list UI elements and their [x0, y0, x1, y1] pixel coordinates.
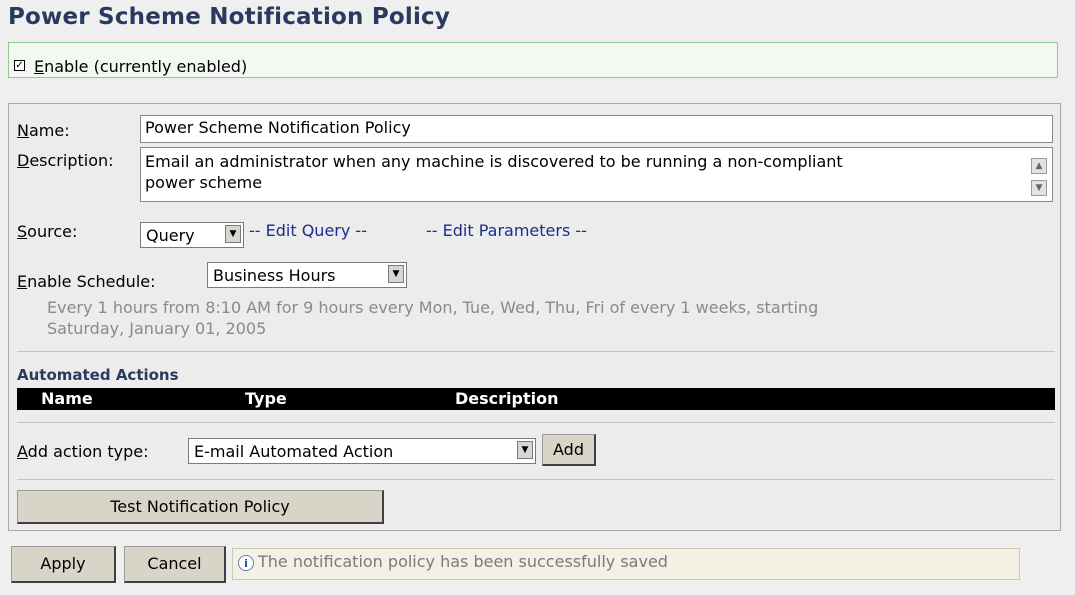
- description-line-1: Email an administrator when any machine …: [145, 152, 843, 171]
- name-input[interactable]: Power Scheme Notification Policy: [140, 115, 1053, 143]
- action-type-select[interactable]: E-mail Automated Action ▼: [188, 438, 536, 464]
- divider: [17, 351, 1055, 352]
- page-title: Power Scheme Notification Policy: [8, 4, 451, 30]
- schedule-description: Every 1 hours from 8:10 AM for 9 hours e…: [47, 298, 819, 338]
- info-icon: i: [238, 555, 254, 571]
- add-action-button[interactable]: Add: [542, 434, 596, 466]
- source-label: Source:: [17, 222, 78, 241]
- scroll-up-icon[interactable]: ▲: [1031, 158, 1047, 174]
- chevron-down-icon[interactable]: ▼: [225, 225, 241, 243]
- edit-query-link[interactable]: -- Edit Query --: [249, 221, 367, 240]
- test-notification-policy-button[interactable]: Test Notification Policy: [17, 490, 384, 524]
- cancel-button[interactable]: Cancel: [124, 546, 226, 583]
- actions-table-header: Name Type Description: [17, 388, 1055, 410]
- description-line-2: power scheme: [145, 173, 263, 192]
- schedule-select-value: Business Hours: [213, 266, 336, 285]
- description-textarea[interactable]: Email an administrator when any machine …: [140, 147, 1053, 202]
- source-select-value: Query: [146, 226, 195, 245]
- chevron-down-icon[interactable]: ▼: [388, 265, 404, 283]
- divider: [17, 422, 1055, 423]
- enable-checkbox[interactable]: ✓: [14, 60, 25, 71]
- divider: [17, 479, 1055, 480]
- apply-button[interactable]: Apply: [11, 546, 116, 583]
- column-header-type: Type: [245, 389, 287, 408]
- source-select[interactable]: Query ▼: [140, 222, 244, 248]
- scroll-down-icon[interactable]: ▼: [1031, 180, 1047, 196]
- name-label: Name:: [17, 121, 70, 140]
- description-label: Description:: [17, 151, 114, 170]
- automated-actions-title: Automated Actions: [17, 366, 179, 384]
- edit-parameters-link[interactable]: -- Edit Parameters --: [426, 221, 587, 240]
- status-message: The notification policy has been success…: [258, 552, 668, 571]
- column-header-description: Description: [455, 389, 559, 408]
- column-header-name: Name: [41, 389, 93, 408]
- enable-checkbox-label[interactable]: Enable (currently enabled): [34, 57, 247, 76]
- add-action-type-label: Add action type:: [17, 442, 149, 461]
- enable-schedule-label: Enable Schedule:: [17, 272, 156, 291]
- schedule-select[interactable]: Business Hours ▼: [207, 262, 407, 288]
- chevron-down-icon[interactable]: ▼: [517, 441, 533, 459]
- action-type-select-value: E-mail Automated Action: [194, 442, 394, 461]
